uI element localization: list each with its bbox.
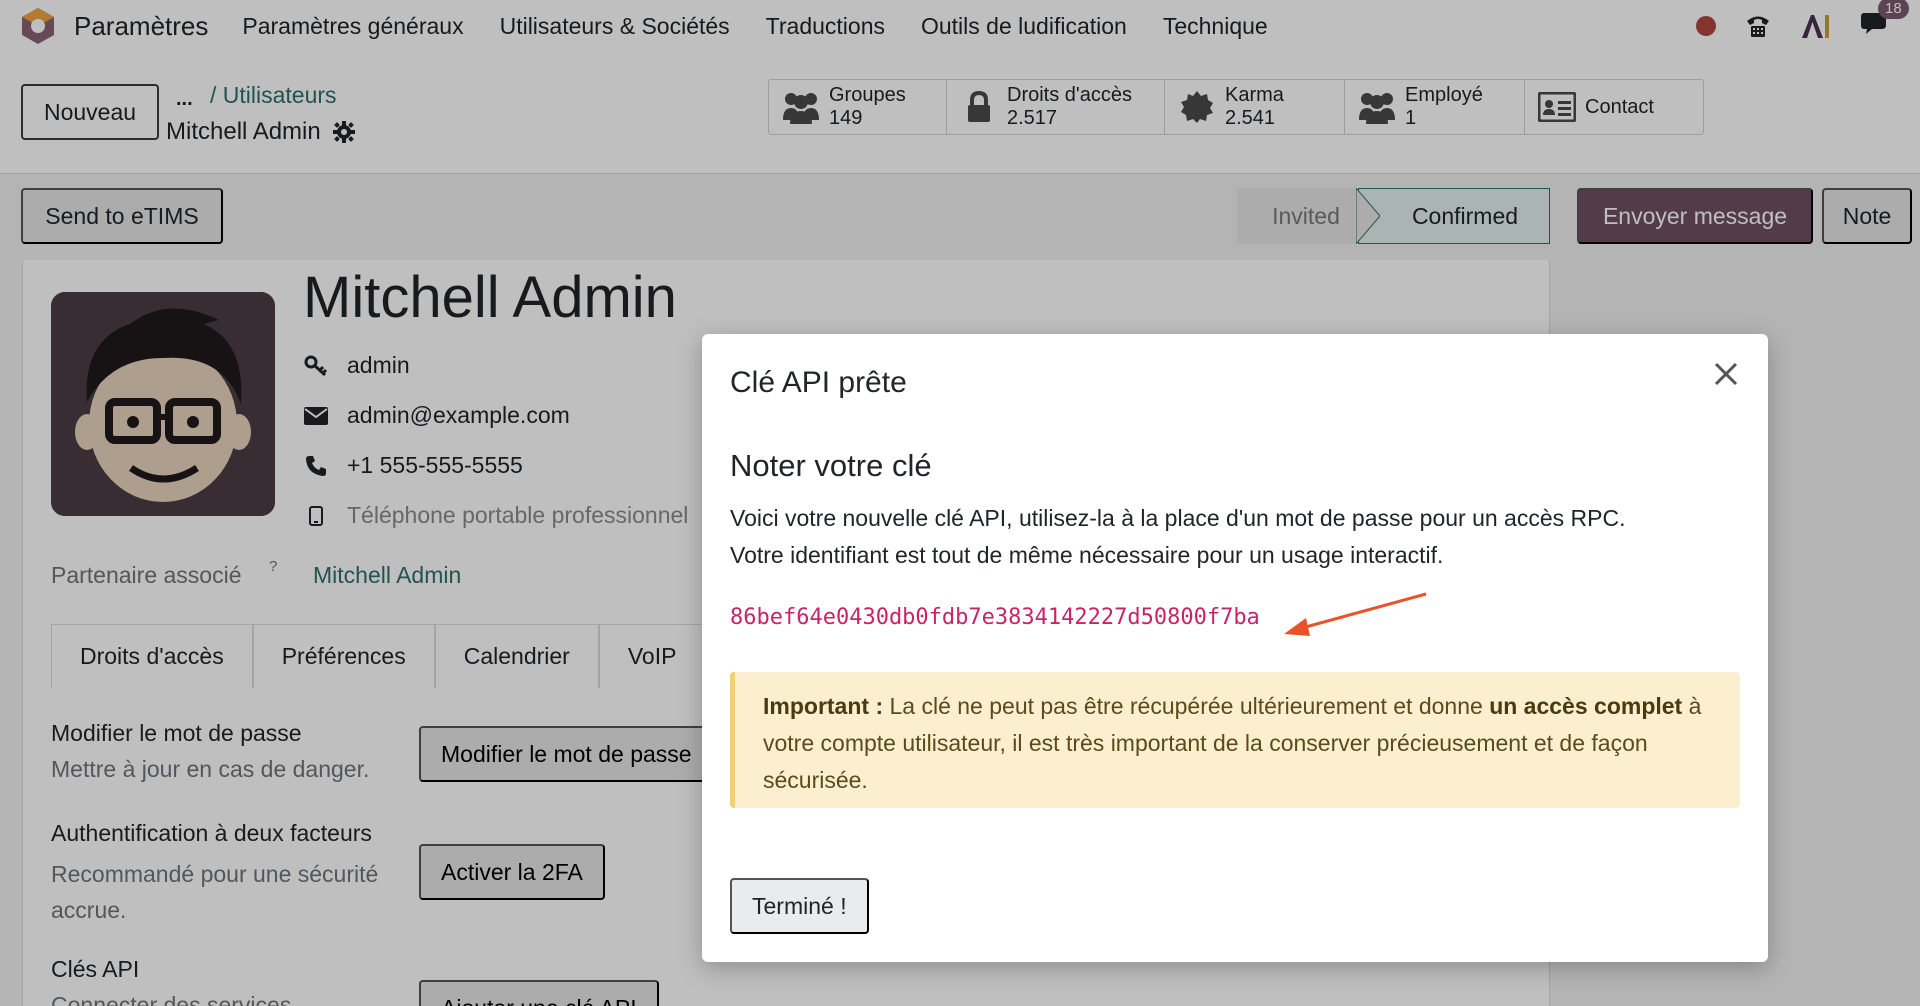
alert-strong-important: Important :: [763, 693, 884, 719]
alert-text-1: La clé ne peut pas être récupérée ultéri…: [883, 693, 1490, 719]
done-button[interactable]: Terminé !: [730, 878, 869, 934]
modal-heading: Noter votre clé: [730, 448, 932, 483]
annotation-arrow-icon: [1284, 592, 1427, 636]
description-line-2: Votre identifiant est tout de même néces…: [730, 542, 1444, 568]
modal-title: Clé API prête: [730, 366, 907, 399]
api-key-value[interactable]: 86bef64e0430db0fdb7e3834142227d50800f7ba: [730, 605, 1260, 630]
warning-alert: Important : La clé ne peut pas être récu…: [730, 672, 1740, 808]
alert-strong-full-access: un accès complet: [1489, 693, 1683, 719]
description-line-1: Voici votre nouvelle clé API, utilisez-l…: [730, 505, 1626, 531]
api-key-ready-dialog: Clé API prête Noter votre clé Voici votr…: [702, 334, 1768, 962]
modal-description: Voici votre nouvelle clé API, utilisez-l…: [730, 500, 1740, 574]
close-icon[interactable]: [1708, 356, 1744, 392]
